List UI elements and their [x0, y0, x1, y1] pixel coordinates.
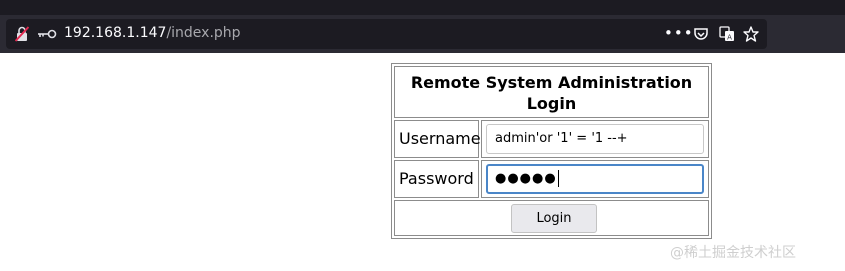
address-bar[interactable]: 192.168.1.147/index.php ••• A	[6, 19, 767, 49]
insecure-lock-icon[interactable]	[15, 26, 29, 42]
browser-toolbar: 192.168.1.147/index.php ••• A	[0, 0, 845, 53]
url-text[interactable]: 192.168.1.147/index.php	[64, 25, 241, 41]
bookmark-star-icon[interactable]	[743, 26, 759, 42]
watermark: @稀土掘金技术社区	[670, 245, 796, 261]
password-label: Password	[394, 160, 479, 198]
url-host: 192.168.1.147	[64, 25, 167, 41]
password-input[interactable]: ●●●●●	[486, 164, 704, 194]
tab-strip	[0, 0, 845, 15]
key-icon[interactable]	[37, 27, 57, 41]
username-label: Username	[394, 120, 481, 158]
login-button[interactable]: Login	[511, 204, 597, 233]
more-dots-icon[interactable]: •••	[664, 26, 693, 42]
login-table: Remote System Administration Login Usern…	[391, 63, 712, 239]
login-title-line2: Login	[526, 94, 577, 113]
login-title-line1: Remote System Administration	[410, 73, 693, 92]
text-caret	[557, 170, 559, 187]
username-input[interactable]: admin'or '1' = '1 --+	[486, 124, 704, 154]
translate-icon[interactable]: A	[719, 26, 735, 42]
svg-text:A: A	[727, 34, 732, 42]
url-path: /index.php	[166, 25, 241, 41]
username-cell: admin'or '1' = '1 --+	[481, 120, 709, 158]
password-cell: ●●●●●	[481, 160, 709, 198]
login-title: Remote System Administration Login	[394, 66, 709, 118]
submit-cell: Login	[394, 200, 709, 236]
pocket-icon[interactable]	[693, 26, 709, 42]
password-masked-value: ●●●●●	[495, 171, 557, 186]
